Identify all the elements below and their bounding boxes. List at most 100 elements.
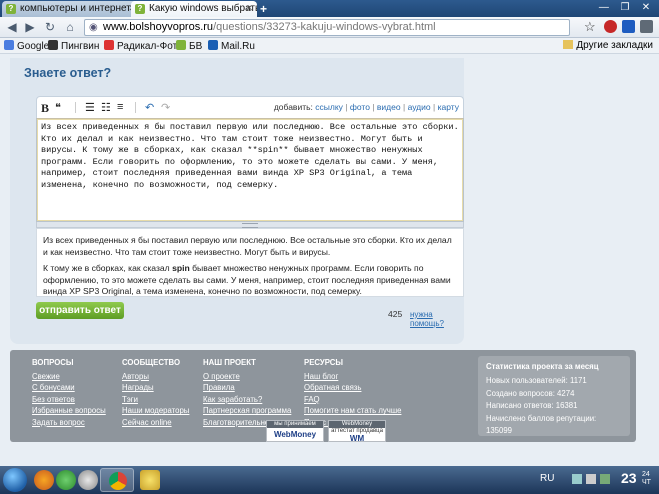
add-map-link[interactable]: карту <box>438 102 459 112</box>
folder-icon <box>563 40 574 49</box>
webmoney-attestat-badge[interactable]: WebMoney аттестат продавца WM <box>328 420 386 443</box>
new-tab-button[interactable]: + <box>260 2 267 16</box>
other-bookmarks[interactable]: Другие закладки <box>563 40 653 51</box>
extension-red-icon[interactable] <box>604 20 617 33</box>
wrench-menu-icon[interactable] <box>640 20 653 33</box>
language-indicator[interactable]: RU <box>540 473 554 484</box>
help-link[interactable]: нужна помощь? <box>410 310 464 328</box>
project-stats-panel: Статистика проекта за месяц Новых пользо… <box>478 356 630 436</box>
bookmark-mailru[interactable]: Mail.Ru <box>208 40 255 52</box>
answer-form: Знаете ответ? B ❝ ☰ ☷ ≡ ↶ ↷ добавить: сс… <box>10 58 464 344</box>
add-media-links: добавить: ссылку | фото | видео | аудио … <box>273 102 459 112</box>
minimize-icon[interactable]: — <box>595 1 613 15</box>
close-tab-icon[interactable]: ✕ <box>245 3 253 14</box>
stats-line: Создано вопросов: 4274 <box>486 388 575 398</box>
add-label: добавить: <box>273 102 313 112</box>
add-audio-link[interactable]: аудио <box>408 102 431 112</box>
start-button-icon[interactable] <box>3 468 27 492</box>
radikal-icon <box>104 40 114 50</box>
tab-label: компьютеры и интернет <box>20 3 131 14</box>
close-window-icon[interactable]: ✕ <box>637 1 655 15</box>
address-bar[interactable]: ◉ www.bolshoyvopros.ru/questions/33273-k… <box>84 19 570 36</box>
numbered-list-icon[interactable]: ☰ <box>85 101 95 114</box>
footer-link[interactable]: Партнерская программа <box>203 405 291 416</box>
add-link-link[interactable]: ссылку <box>315 102 343 112</box>
clock-detail: 24 ЧТ <box>642 471 651 486</box>
footer-link[interactable]: Задать вопрос <box>32 417 106 428</box>
redo-icon[interactable]: ↷ <box>161 101 170 114</box>
tab-which-windows[interactable]: ? Какую windows выбрать? ✕ <box>131 1 257 17</box>
footer-link[interactable]: Обратная связь <box>304 382 401 393</box>
bulleted-list-icon[interactable]: ☷ <box>101 101 111 114</box>
submit-answer-button[interactable]: отправить ответ <box>36 302 124 319</box>
back-arrow-icon[interactable]: ◀ <box>4 19 20 35</box>
bold-button[interactable]: B <box>41 101 49 116</box>
add-photo-link[interactable]: фото <box>350 102 370 112</box>
bookmark-bv[interactable]: БВ <box>176 40 202 52</box>
answer-heading: Знаете ответ? <box>24 66 112 80</box>
footer-link[interactable]: Как заработать? <box>203 394 291 405</box>
footer-link[interactable]: Правила <box>203 382 291 393</box>
preview-paragraph: К тому же в сборках, как сказал spin быв… <box>43 263 451 297</box>
tab-computers-internet[interactable]: ? компьютеры и интернет ✕ <box>2 1 140 17</box>
media-player-icon[interactable] <box>56 470 76 490</box>
url-host: www.bolshoyvopros.ru <box>103 21 214 33</box>
footer-link[interactable]: FAQ <box>304 394 401 405</box>
chrome-taskbar-button[interactable] <box>100 468 134 492</box>
footer-link[interactable]: Авторы <box>122 371 189 382</box>
firefox-icon[interactable] <box>34 470 54 490</box>
tray-app-icon[interactable] <box>600 474 610 484</box>
explorer-icon[interactable] <box>78 470 98 490</box>
google-icon <box>4 40 14 50</box>
footer-column-resources: РЕСУРСЫ Наш блог Обратная связь FAQ Помо… <box>304 358 401 428</box>
network-icon[interactable] <box>572 474 582 484</box>
footer-link[interactable]: Свежие <box>32 371 106 382</box>
extension-blue-icon[interactable] <box>622 20 635 33</box>
bv-icon <box>176 40 186 50</box>
bookmark-penguin[interactable]: Пингвин <box>48 40 99 52</box>
volume-icon[interactable] <box>586 474 596 484</box>
footer-link[interactable]: С бонусами <box>32 382 106 393</box>
bookmark-radikal[interactable]: Радикал-Фото <box>104 40 183 52</box>
footer-link[interactable]: Помогите нам стать лучше <box>304 405 401 416</box>
browser-toolbar: ◀ ▶ ↻ ⌂ ◉ www.bolshoyvopros.ru/questions… <box>0 17 659 38</box>
windows-taskbar: RU 23 24 ЧТ <box>0 466 659 494</box>
footer-link[interactable]: Награды <box>122 382 189 393</box>
reload-icon[interactable]: ↻ <box>42 19 58 35</box>
mentioned-user: spin <box>172 263 190 274</box>
footer-link[interactable]: Избранные вопросы <box>32 405 106 416</box>
footer-link[interactable]: Тэги <box>122 394 189 405</box>
stats-title: Статистика проекта за месяц <box>486 362 599 371</box>
home-icon[interactable]: ⌂ <box>62 19 78 35</box>
window-controls: — ❐ ✕ <box>595 1 655 15</box>
toolbar-divider <box>135 102 136 113</box>
footer-column-title: СООБЩЕСТВО <box>122 358 181 367</box>
editor-toolbar: B ❝ ☰ ☷ ≡ ↶ ↷ добавить: ссылку | фото | … <box>36 96 464 118</box>
answer-preview: Из всех приведенных я бы поставил первую… <box>36 228 464 297</box>
page-icon: ◉ <box>89 22 98 33</box>
clock-time[interactable]: 23 <box>621 470 637 486</box>
undo-icon[interactable]: ↶ <box>145 101 154 114</box>
footer-link[interactable]: О проекте <box>203 371 291 382</box>
footer-link[interactable]: Наши модераторы <box>122 405 189 416</box>
footer-column-title: НАШ ПРОЕКТ <box>203 358 256 367</box>
stats-line: Новых пользователей: 1171 <box>486 376 587 386</box>
site-favicon-icon: ? <box>135 4 145 14</box>
footer-link[interactable]: Наш блог <box>304 371 401 382</box>
tab-label: Какую windows выбрать? <box>149 3 257 14</box>
character-count: 425 <box>388 309 403 319</box>
answer-textarea[interactable]: Из всех приведенных я бы поставил первую… <box>36 118 464 222</box>
bookmark-google[interactable]: Google <box>4 40 49 52</box>
footer-link[interactable]: Сейчас online <box>122 417 189 428</box>
forward-arrow-icon[interactable]: ▶ <box>22 19 38 35</box>
add-video-link[interactable]: видео <box>377 102 401 112</box>
icq-icon[interactable] <box>140 470 160 490</box>
align-icon[interactable]: ≡ <box>117 101 123 113</box>
footer-link[interactable]: Без ответов <box>32 394 106 405</box>
quote-button[interactable]: ❝ <box>55 101 61 114</box>
page-content: Знаете ответ? B ❝ ☰ ☷ ≡ ↶ ↷ добавить: сс… <box>0 54 659 466</box>
stats-line: Начислено баллов репутации: 135099 <box>486 413 597 436</box>
maximize-icon[interactable]: ❐ <box>616 1 634 15</box>
webmoney-accept-badge[interactable]: мы принимаем WebMoney <box>266 420 324 442</box>
bookmark-star-icon[interactable]: ☆ <box>584 19 596 35</box>
